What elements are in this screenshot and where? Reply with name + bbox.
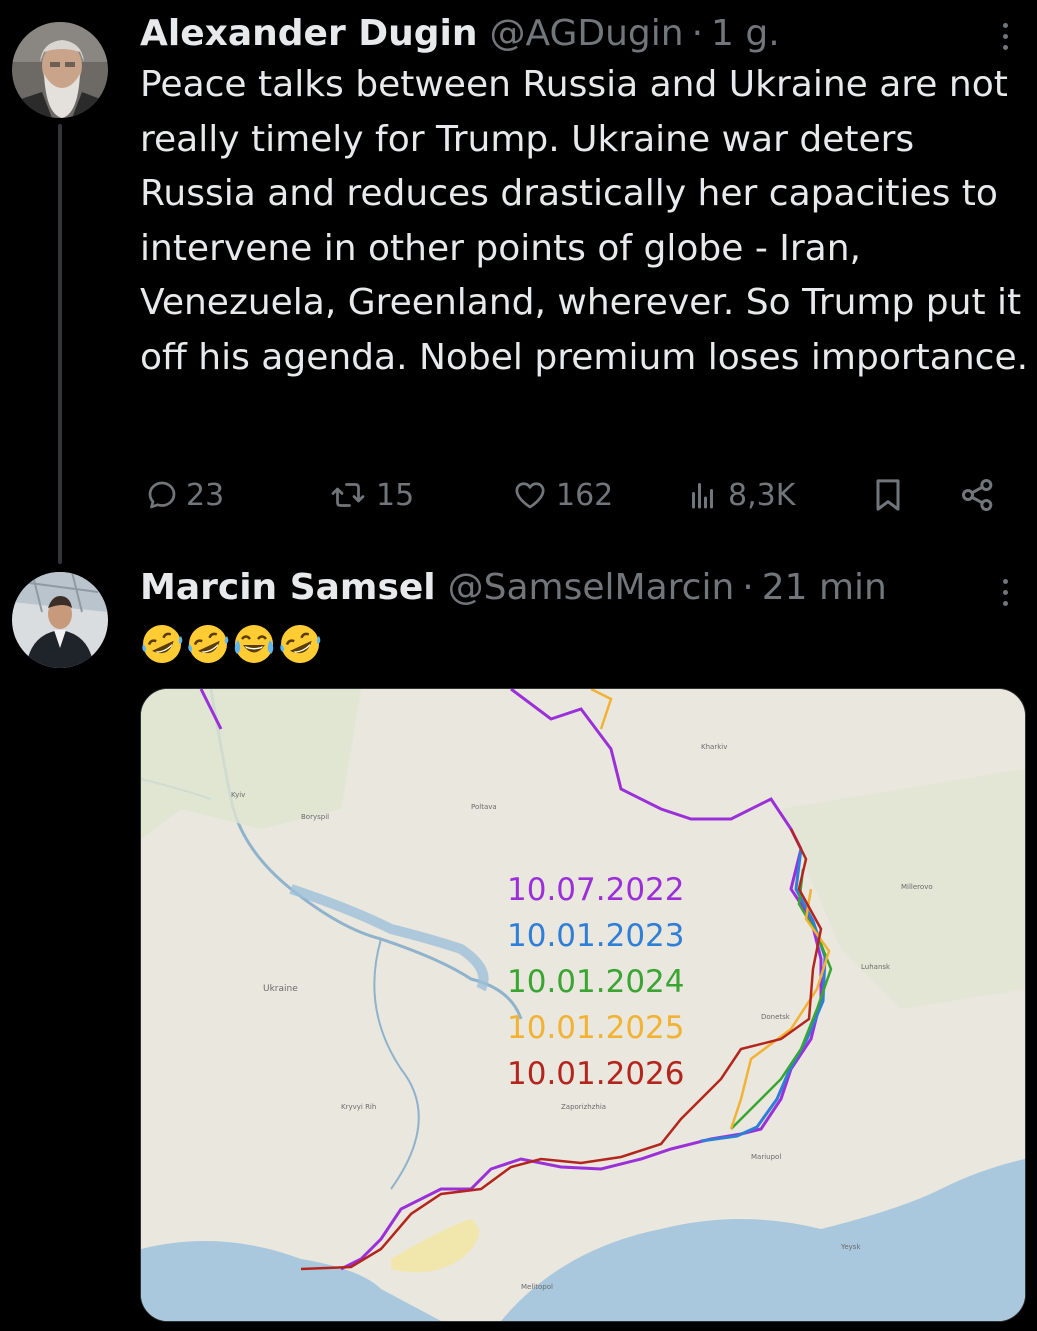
svg-text:Millerovo: Millerovo: [901, 883, 933, 891]
svg-text:Kharkiv: Kharkiv: [701, 743, 727, 751]
map-legend: 10.07.2022 10.01.2023 10.01.2024 10.01.2…: [507, 867, 685, 1097]
share-button[interactable]: [958, 470, 998, 520]
legend-date-2024: 10.01.2024: [507, 964, 685, 1000]
bookmark-icon: [876, 479, 900, 511]
tweet-header: Marcin Samsel @SamselMarcin · 21 min: [140, 566, 887, 610]
repost-icon: [331, 483, 365, 507]
legend-date-2022: 10.07.2022: [507, 872, 685, 908]
action-bar: 23 15 162 8,3K: [140, 470, 1010, 520]
more-icon[interactable]: [993, 572, 1017, 612]
like-icon: [515, 482, 545, 509]
reply-icon: [148, 481, 176, 509]
like-button[interactable]: 162: [510, 470, 613, 520]
tweet-text: Peace talks between Russia and Ukraine a…: [140, 64, 1029, 378]
separator: ·: [742, 567, 754, 608]
avatar[interactable]: [12, 22, 108, 118]
rofl-emoji-icon: [142, 625, 183, 663]
reply-button[interactable]: 23: [144, 470, 224, 520]
views-button[interactable]: 8,3K: [686, 470, 795, 520]
legend-date-2026: 10.01.2026: [507, 1056, 685, 1092]
bookmark-button[interactable]: [868, 470, 908, 520]
svg-text:Poltava: Poltava: [471, 803, 497, 811]
author-handle[interactable]: @SamselMarcin: [448, 566, 735, 610]
like-count: 162: [556, 477, 614, 513]
svg-text:Kryvyi Rih: Kryvyi Rih: [341, 1103, 376, 1111]
svg-text:Kyiv: Kyiv: [231, 791, 245, 799]
reply-count: 23: [186, 477, 225, 513]
svg-text:Mariupol: Mariupol: [751, 1153, 781, 1161]
share-icon: [961, 478, 993, 512]
svg-text:Donetsk: Donetsk: [761, 1013, 791, 1021]
svg-text:Boryspil: Boryspil: [301, 813, 329, 821]
avatar[interactable]: [12, 572, 108, 668]
views-icon: [692, 483, 713, 509]
tweet-emoji-text: [140, 622, 322, 666]
map-country-label: Ukraine: [263, 984, 298, 994]
legend-date-2025: 10.01.2025: [507, 1010, 685, 1046]
thread-line: [58, 124, 62, 564]
tears-of-joy-emoji-icon: [234, 625, 274, 663]
svg-text:Zaporizhzhia: Zaporizhzhia: [561, 1103, 606, 1111]
repost-count: 15: [376, 477, 415, 513]
rofl-emoji-icon: [188, 625, 229, 663]
timestamp[interactable]: 21 min: [762, 566, 887, 610]
author-name[interactable]: Alexander Dugin: [140, 12, 477, 56]
timestamp[interactable]: 1 g.: [711, 12, 780, 56]
author-name[interactable]: Marcin Samsel: [140, 566, 436, 610]
map-image[interactable]: Kyiv Boryspil Poltava Kharkiv Luhansk Donets…: [140, 688, 1026, 1322]
separator: ·: [691, 13, 704, 54]
svg-text:Luhansk: Luhansk: [861, 963, 891, 971]
svg-text:Melitopol: Melitopol: [521, 1283, 553, 1291]
more-icon[interactable]: [993, 16, 1017, 56]
legend-date-2023: 10.01.2023: [507, 918, 685, 954]
svg-text:Yeysk: Yeysk: [840, 1243, 861, 1251]
tweet-header: Alexander Dugin @AGDugin · 1 g.: [140, 12, 780, 56]
author-handle[interactable]: @AGDugin: [489, 12, 683, 56]
repost-button[interactable]: 15: [326, 470, 414, 520]
views-count: 8,3K: [728, 477, 796, 513]
rofl-emoji-icon: [280, 625, 321, 663]
